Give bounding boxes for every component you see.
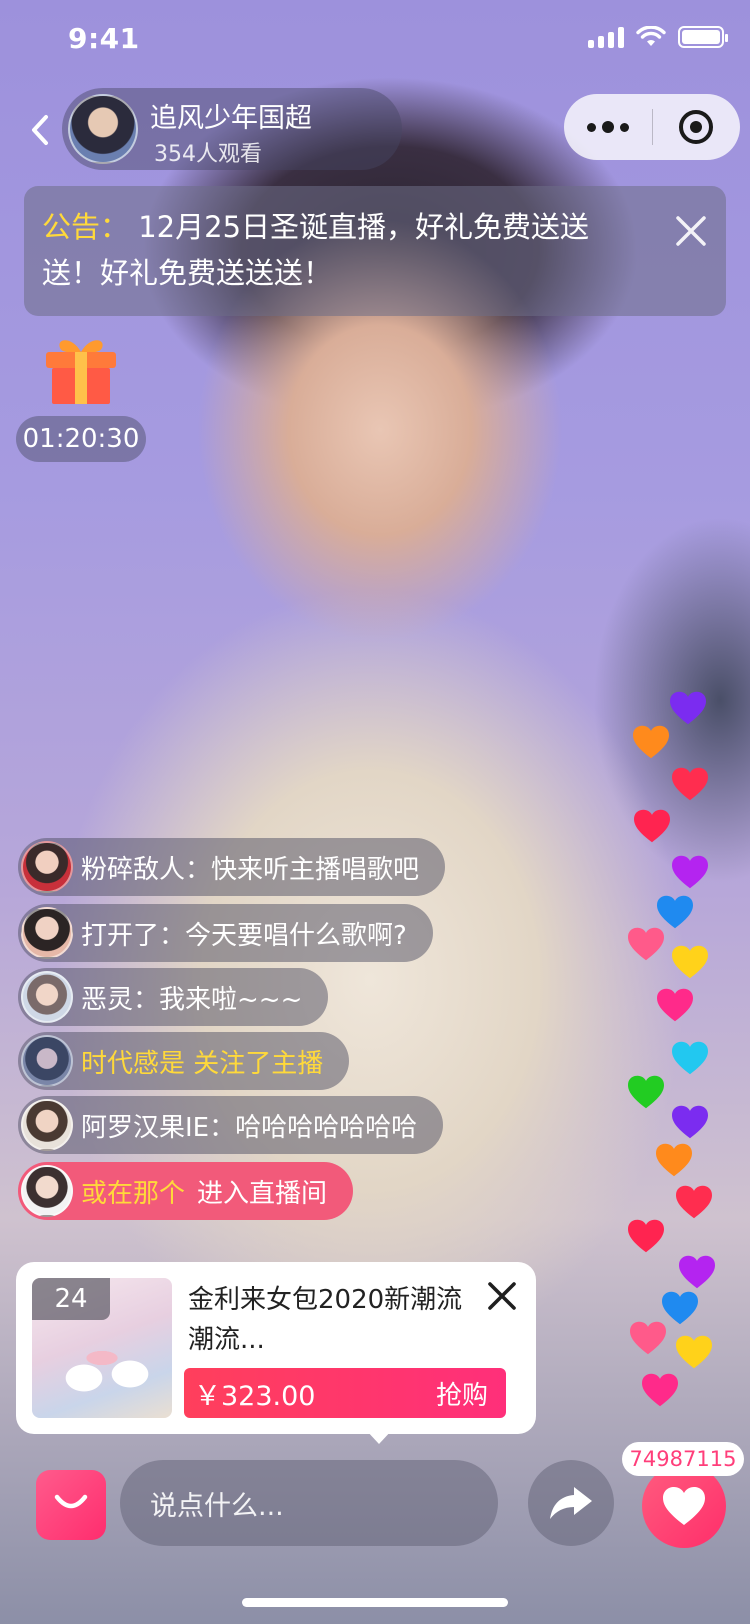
floating-heart-icon	[657, 988, 693, 1022]
announcement-label: 公告：	[42, 210, 130, 244]
floating-heart-icon	[676, 1185, 712, 1219]
buy-button[interactable]: 抢购	[436, 1375, 488, 1412]
floating-heart-icon	[676, 1335, 712, 1369]
avatar[interactable]	[21, 841, 73, 893]
floating-heart-icon	[672, 945, 708, 979]
comment-text: 时代感是 关注了主播	[81, 1048, 324, 1079]
comment-user[interactable]: 打开了	[81, 915, 159, 952]
floating-heart-icon	[672, 855, 708, 889]
floating-heart-icon	[642, 1373, 678, 1407]
exit-button[interactable]	[653, 94, 741, 160]
floating-heart-icon	[657, 895, 693, 929]
comment-item: 时代感是 关注了主播	[18, 1032, 350, 1090]
gift-icon[interactable]	[42, 334, 120, 406]
host-name: 追风少年国超	[150, 103, 312, 134]
floating-heart-icon	[672, 1105, 708, 1139]
floating-heart-icon	[679, 1255, 715, 1289]
shop-button[interactable]	[36, 1470, 106, 1540]
more-dots-icon	[601, 121, 614, 133]
comment-item: 粉碎敌人 ：快来听主播唱歌吧	[18, 838, 446, 896]
comment-item: 阿罗汉果IE ：哈哈哈哈哈哈哈	[18, 1096, 444, 1154]
product-price: ￥323.00	[194, 1380, 316, 1412]
avatar[interactable]	[21, 1099, 73, 1151]
announcement-banner: 公告： 12月25日圣诞直播，好礼免费送送送！好礼免费送送送！	[24, 186, 726, 316]
comment-text: ：今天要唱什么歌啊?	[159, 920, 407, 951]
close-icon[interactable]	[670, 210, 712, 252]
comment-user[interactable]: 恶灵	[81, 979, 133, 1016]
cellular-signal-icon	[588, 26, 624, 48]
floating-heart-icon	[628, 1219, 664, 1253]
floating-heart-icon	[672, 767, 708, 801]
comment-text: ：哈哈哈哈哈哈哈	[209, 1112, 418, 1143]
close-icon[interactable]	[486, 1280, 518, 1312]
back-button[interactable]	[22, 108, 58, 152]
gift-countdown: 01:20:30	[16, 416, 146, 462]
comment-text: 进入直播间	[197, 1178, 328, 1209]
floating-heart-icon	[672, 1041, 708, 1075]
buy-bar[interactable]: ￥323.00 抢购	[184, 1368, 506, 1418]
avatar[interactable]	[21, 1165, 73, 1217]
floating-heart-icon	[670, 691, 706, 725]
floating-heart-icon	[630, 1321, 666, 1355]
product-title[interactable]: 金利来女包2020新潮流潮流...	[188, 1280, 488, 1360]
floating-heart-icon	[633, 725, 669, 759]
comment-item: 恶灵 ：我来啦~~~	[18, 968, 329, 1026]
status-icons	[588, 26, 728, 48]
host-avatar[interactable]	[68, 94, 138, 164]
avatar[interactable]	[21, 1035, 73, 1087]
record-circle-icon	[679, 110, 714, 144]
wifi-icon	[636, 26, 666, 46]
like-count: 74987115	[622, 1442, 744, 1476]
battery-icon	[678, 26, 728, 48]
comment-user[interactable]: 阿罗汉果IE	[81, 1107, 209, 1144]
avatar[interactable]	[21, 907, 73, 959]
status-time: 9:41	[68, 22, 140, 55]
floating-heart-icon	[656, 1143, 692, 1177]
back-arrow-icon	[32, 115, 48, 145]
mini-program-capsule	[564, 94, 740, 160]
shopping-bag-icon	[54, 1494, 88, 1509]
comment-user[interactable]: 粉碎敌人	[81, 849, 185, 886]
comment-item: 打开了 ：今天要唱什么歌啊?	[18, 904, 433, 962]
avatar[interactable]	[21, 971, 73, 1023]
comment-text: ：我来啦~~~	[133, 984, 303, 1015]
viewer-count: 354人观看	[154, 142, 262, 167]
product-number-badge: 24	[32, 1278, 110, 1320]
floating-heart-icon	[628, 1075, 664, 1109]
share-button[interactable]	[528, 1460, 614, 1546]
like-button[interactable]	[642, 1464, 726, 1548]
home-indicator	[242, 1598, 508, 1607]
heart-icon	[663, 1487, 705, 1525]
floating-heart-icon	[634, 809, 670, 843]
more-button[interactable]	[564, 94, 652, 160]
chat-input[interactable]: 说点什么...	[120, 1460, 498, 1546]
comment-item-enter: 或在那个 进入直播间	[18, 1162, 354, 1220]
floating-heart-icon	[628, 927, 664, 961]
comment-text: ：快来听主播唱歌吧	[185, 854, 420, 885]
comment-user[interactable]: 或在那个	[81, 1173, 185, 1210]
share-arrow-icon	[550, 1487, 592, 1519]
product-card-pointer	[366, 1430, 392, 1444]
